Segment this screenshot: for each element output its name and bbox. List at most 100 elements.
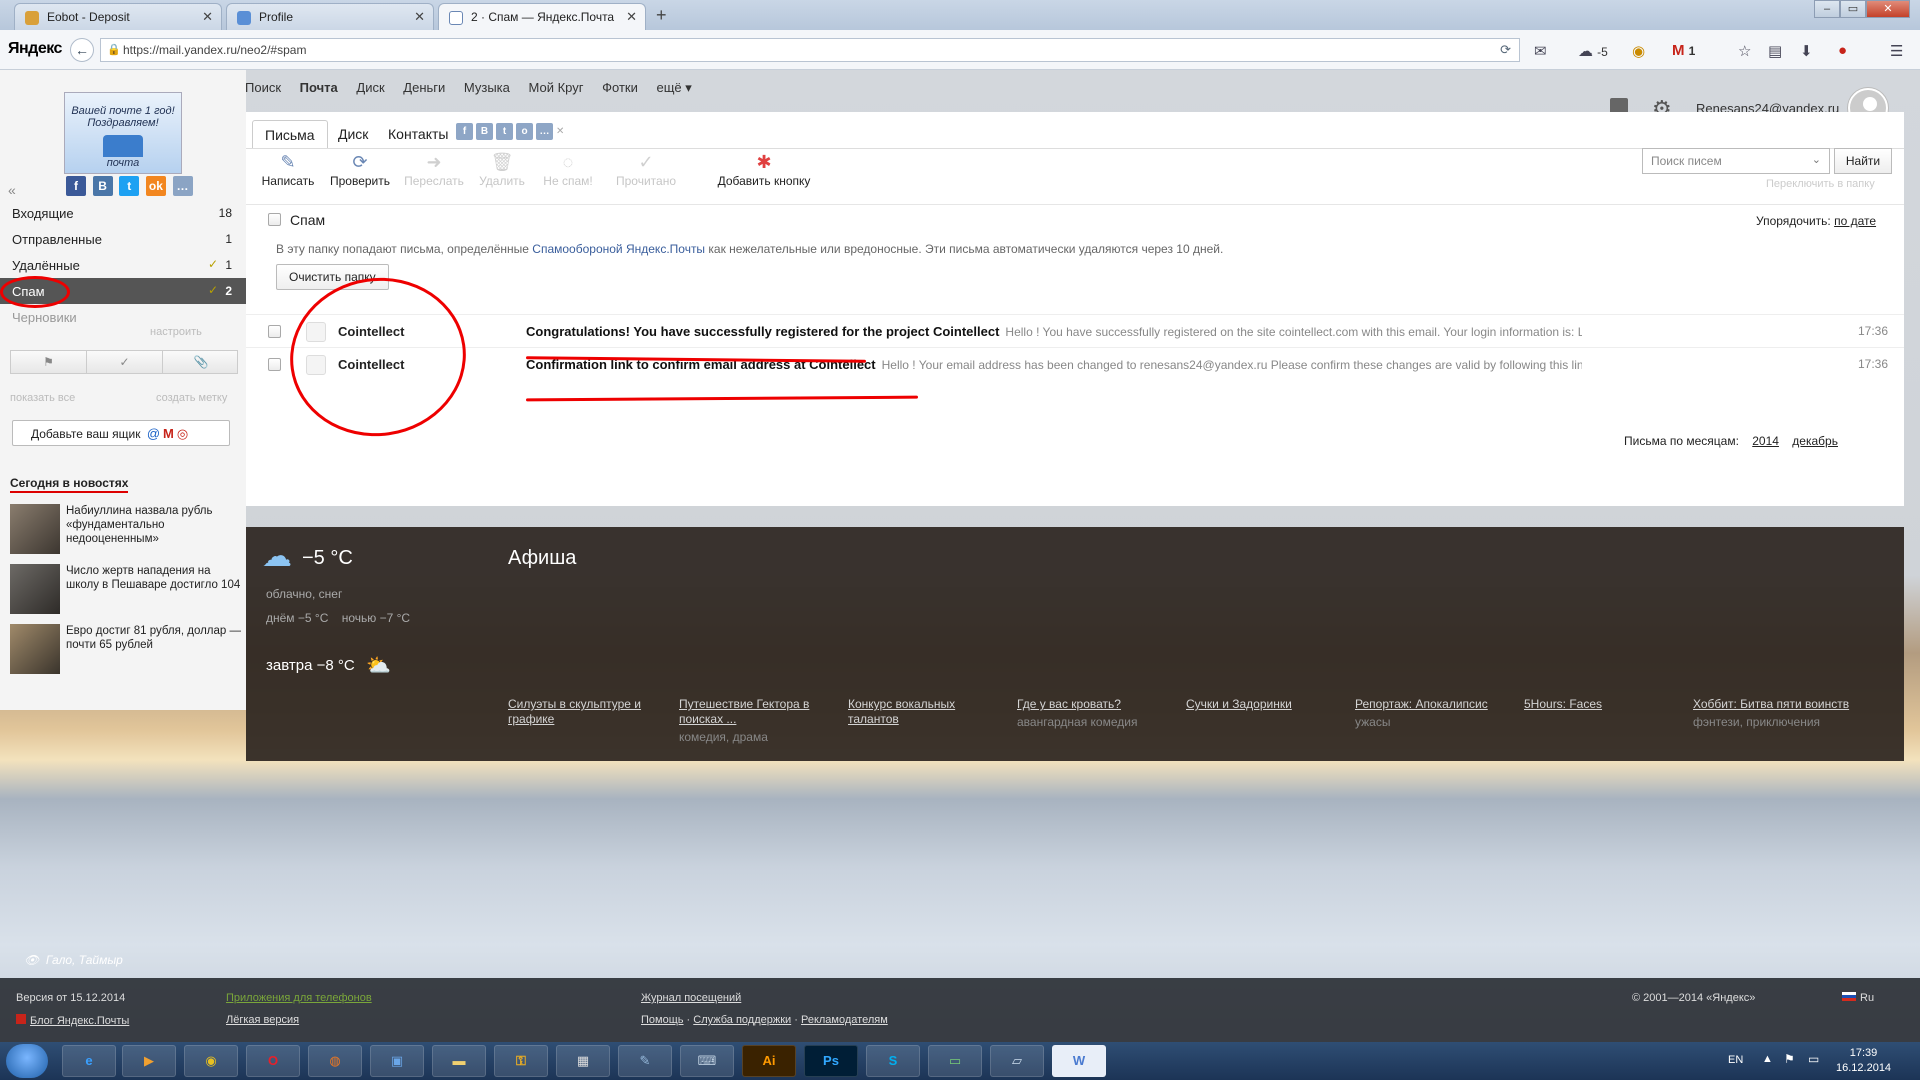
mark-read-button[interactable]: ✓ Прочитано	[612, 152, 680, 188]
show-all-link[interactable]: показать все	[10, 392, 75, 404]
afisha-item[interactable]: Сучки и Задоринки	[1186, 697, 1346, 715]
spam-defense-link[interactable]: Спамообороной Яндекс.Почты	[532, 242, 705, 256]
tab-contacts[interactable]: Контакты	[376, 120, 460, 148]
floppy-icon[interactable]: ▣	[370, 1045, 424, 1077]
firefox-icon[interactable]: ◍	[308, 1045, 362, 1077]
nav-disk[interactable]: Диск	[356, 80, 384, 95]
sort-by-date-link[interactable]: по дате	[1834, 214, 1876, 228]
browser-tab-eobot[interactable]: Eobot - Deposit ✕	[14, 3, 222, 30]
nav-money[interactable]: Деньги	[403, 80, 445, 95]
windows-start-icon[interactable]	[6, 1044, 48, 1078]
illustrator-icon[interactable]: Ai	[742, 1045, 796, 1077]
not-spam-button[interactable]: ◌ Не спам!	[538, 152, 598, 188]
facebook-icon[interactable]: f	[456, 123, 473, 140]
mail-envelope-icon[interactable]: ✉	[1534, 42, 1547, 60]
forward-button[interactable]: ➜ Переслать	[402, 152, 466, 188]
media-player-icon[interactable]: ▶	[122, 1045, 176, 1077]
message-checkbox[interactable]	[268, 358, 281, 371]
news-title[interactable]: Сегодня в новостях	[10, 476, 129, 493]
odnoklassniki-icon[interactable]: ok	[145, 176, 166, 196]
paint-icon[interactable]: ✎	[618, 1045, 672, 1077]
tray-up-icon[interactable]: ▲	[1762, 1053, 1773, 1065]
reload-icon[interactable]: ⟳	[1500, 42, 1511, 58]
protect-icon[interactable]: ◉	[1632, 42, 1645, 60]
afisha-item[interactable]: 5Hours: Faces	[1524, 697, 1684, 715]
vkontakte-icon[interactable]: B	[476, 123, 493, 140]
search-input[interactable]: Поиск писем ⌄	[1642, 148, 1830, 174]
tab-letters[interactable]: Письма	[252, 120, 328, 148]
close-tab-icon[interactable]: ✕	[626, 9, 637, 25]
chrome-icon[interactable]: ◉	[184, 1045, 238, 1077]
broom-icon[interactable]: ✓	[208, 283, 218, 297]
news-item[interactable]: Евро достиг 81 рубля, доллар — почти 65 …	[10, 624, 241, 678]
search-scope-link[interactable]: Переключить в папку	[1766, 178, 1875, 190]
browser-tab-profile[interactable]: Profile ✕	[226, 3, 434, 30]
flag-filter-icon[interactable]: ⚑	[11, 351, 87, 373]
check-button[interactable]: ⟳ Проверить	[328, 152, 392, 188]
nav-moikrug[interactable]: Мой Круг	[529, 80, 584, 95]
afisha-item[interactable]: Конкурс вокальных талантов	[848, 697, 1008, 730]
twitter-icon[interactable]: t	[496, 123, 513, 140]
ie-icon[interactable]: e	[62, 1045, 116, 1077]
afisha-item[interactable]: Путешествие Гектора в поисках ... комедия…	[679, 697, 839, 745]
broom-icon[interactable]: ✓	[208, 257, 218, 271]
copyright[interactable]: © 2001—2014 «Яндекс»	[1632, 992, 1755, 1004]
browser-tab-spam[interactable]: 2 · Спам — Яндекс.Почта ✕	[438, 3, 646, 30]
language-switch[interactable]: Ru	[1842, 992, 1874, 1004]
more-icon[interactable]: …	[536, 123, 553, 140]
compose-button[interactable]: ✎ Написать	[260, 152, 316, 188]
clipboard-icon[interactable]: ▤	[1768, 42, 1782, 60]
chevron-down-icon[interactable]: ⌄	[1812, 153, 1821, 166]
add-button-button[interactable]: ✱ Добавить кнопку	[712, 152, 816, 188]
weather-cloud-icon[interactable]: ☁ -5	[1578, 42, 1608, 60]
collapse-sidebar-icon[interactable]: «	[8, 182, 16, 198]
word-icon[interactable]: W	[1052, 1045, 1106, 1077]
back-arrow-icon[interactable]: ←	[70, 38, 94, 62]
month-link[interactable]: декабрь	[1792, 434, 1838, 448]
close-tab-icon[interactable]: ✕	[414, 9, 425, 25]
promo-banner[interactable]: Вашей почте 1 год! Поздравляем! почта	[64, 92, 182, 174]
star-icon[interactable]: ☆	[1738, 42, 1751, 60]
flag-icon[interactable]: ⚑	[1784, 1052, 1795, 1066]
address-bar[interactable]: 🔒 https://mail.yandex.ru/neo2/#spam ⟳	[100, 38, 1520, 62]
search-button[interactable]: Найти	[1834, 148, 1892, 174]
read-filter-icon[interactable]: ✓	[87, 351, 163, 373]
facebook-icon[interactable]: f	[66, 176, 86, 196]
lite-version-link[interactable]: Лёгкая версия	[226, 1014, 299, 1026]
support-link[interactable]: Служба поддержки	[693, 1014, 791, 1026]
table-row[interactable]: Cointellect Congratulations! You have su…	[246, 314, 1904, 347]
keyboard-language[interactable]: EN	[1728, 1054, 1743, 1066]
news-item[interactable]: Число жертв нападения на школу в Пешавар…	[10, 564, 240, 618]
afisha-item[interactable]: Где у вас кровать? авангардная комедия	[1017, 697, 1177, 730]
twitter-icon[interactable]: t	[119, 176, 140, 196]
menu-icon[interactable]: ☰	[1890, 42, 1903, 60]
configure-folders-link[interactable]: настроить	[150, 326, 202, 338]
create-label-link[interactable]: создать метку	[156, 392, 227, 404]
nav-photos[interactable]: Фотки	[602, 80, 638, 95]
news-item[interactable]: Набиуллина назвала рубль «фундаментально…	[10, 504, 240, 558]
sidebar-item-deleted[interactable]: Удалённые ✓ 1	[0, 252, 246, 278]
skype-icon[interactable]: S	[866, 1045, 920, 1077]
keys-icon[interactable]: ⚿	[494, 1045, 548, 1077]
calculator-icon[interactable]: ▦	[556, 1045, 610, 1077]
vkontakte-icon[interactable]: B	[92, 176, 113, 196]
download-icon[interactable]: ⬇	[1800, 42, 1813, 60]
more-icon[interactable]: …	[172, 176, 193, 196]
monitor-icon[interactable]: ▭	[928, 1045, 982, 1077]
nav-mail[interactable]: Почта	[300, 80, 338, 95]
gmail-icon[interactable]: M 1	[1672, 42, 1695, 59]
close-tab-icon[interactable]: ✕	[202, 9, 213, 25]
help-link[interactable]: Помощь	[641, 1014, 684, 1026]
nav-search[interactable]: Поиск	[245, 80, 281, 95]
year-link[interactable]: 2014	[1752, 434, 1779, 448]
add-mailbox-button[interactable]: Добавьте ваш ящик @ M ◎	[12, 420, 230, 446]
yandex-browser-logo[interactable]: Яндекс	[8, 40, 62, 58]
message-checkbox[interactable]	[268, 325, 281, 338]
afisha-item[interactable]: Репортаж: Апокалипсис ужасы	[1355, 697, 1515, 730]
odnoklassniki-icon[interactable]: o	[516, 123, 533, 140]
afisha-item[interactable]: Силуэты в скульптуре и графике	[508, 697, 668, 730]
new-tab-button[interactable]: +	[656, 5, 667, 26]
folder-icon[interactable]: ▬	[432, 1045, 486, 1077]
apps-link[interactable]: Приложения для телефонов	[226, 992, 372, 1004]
minimize-icon[interactable]: –	[1814, 0, 1840, 18]
